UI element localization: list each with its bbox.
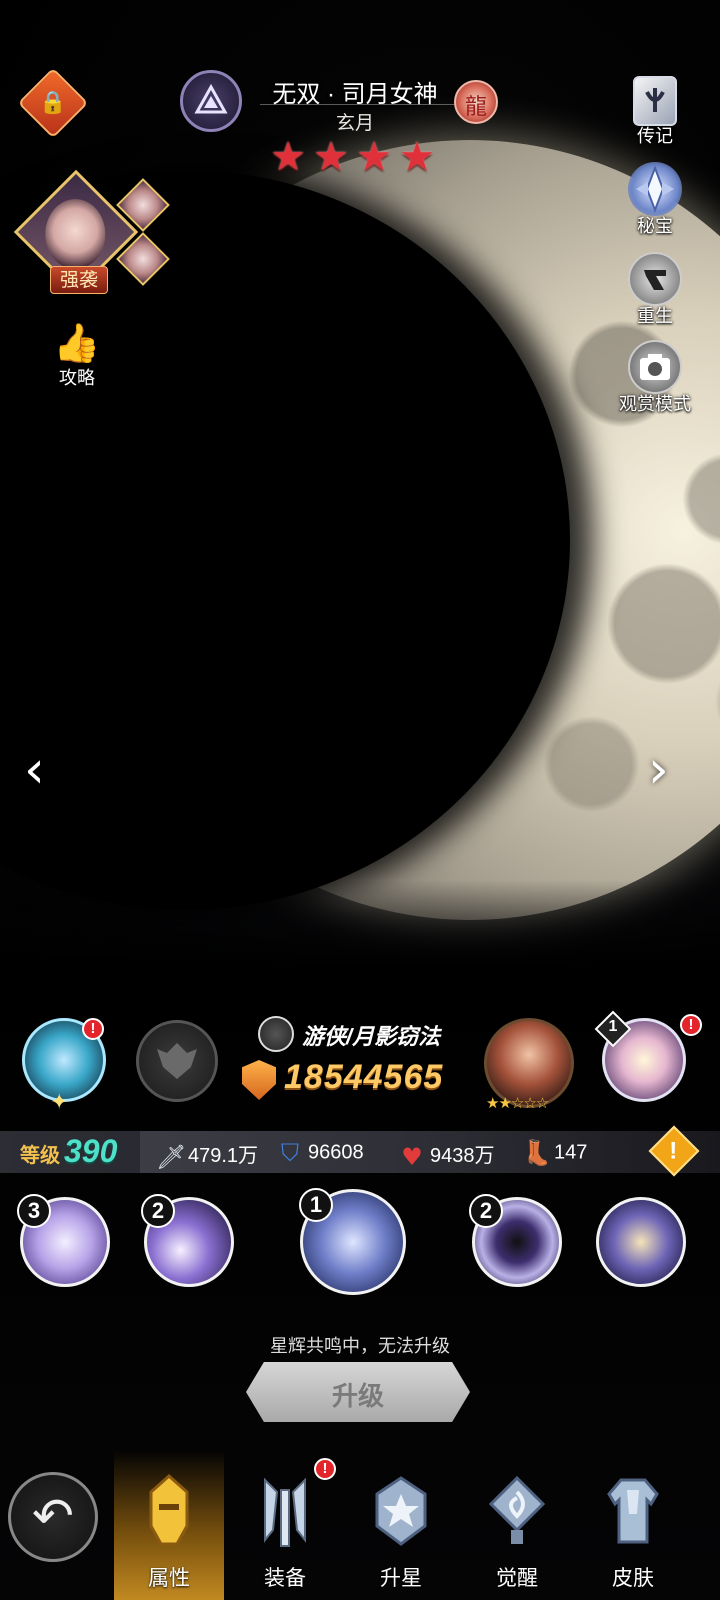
hero-role: 游侠/月影窃法 [258, 1016, 488, 1056]
skill-level-badge: 2 [141, 1194, 175, 1228]
tab-star-up[interactable]: 升星 [346, 1450, 456, 1600]
bonded-hero-stars-icon: ★★☆☆☆ [486, 1094, 549, 1112]
tab-awaken[interactable]: 觉醒 [462, 1450, 572, 1600]
tab-attributes[interactable]: 属性 [114, 1450, 224, 1600]
notification-badge: ! [314, 1458, 336, 1480]
skill-slot-1[interactable]: 3 [17, 1194, 110, 1287]
speed-stat: 👢 147 [522, 1139, 587, 1167]
skill-slot-5[interactable] [596, 1197, 686, 1287]
rebirth-icon [628, 252, 682, 306]
faction-dragon-icon[interactable]: 龍 [454, 80, 498, 124]
attack-stat: 🗡479.1万 [156, 1139, 259, 1171]
speed-value: 147 [554, 1141, 588, 1164]
tab-equipment[interactable]: ! 装备 [230, 1450, 340, 1600]
combat-power: 18544565 [242, 1058, 482, 1104]
power-shield-icon [242, 1060, 276, 1100]
skill-slot-4[interactable]: 2 [469, 1194, 562, 1287]
back-button[interactable]: ↶ [8, 1472, 98, 1562]
star-shield-icon [375, 1476, 427, 1546]
lock-icon: 🔒 [39, 90, 67, 116]
star-icon: ★ [399, 134, 435, 180]
shield-icon: ⛉ [281, 1139, 299, 1167]
notification-badge: ! [82, 1018, 104, 1040]
treasure-icon [628, 162, 682, 216]
artifact-level-text: 1 [608, 1018, 618, 1035]
skill-level-badge: 3 [17, 1194, 51, 1228]
hero-detail-screen: 🔒 无双 · 司月女神 玄月 龍 ★ ★ ★ ★ 传记 秘宝 重生 观赏模式 强… [0, 0, 720, 1600]
star-icon: ★ [313, 134, 349, 180]
level-box: 等级 390 [0, 1131, 140, 1173]
hp-stat: ♥ 9438万 [398, 1139, 495, 1171]
skill-level-badge: 1 [299, 1188, 333, 1222]
guide-button[interactable]: 👍 攻略 [52, 322, 102, 390]
sword-icon: 🗡 [156, 1142, 187, 1171]
exclamation-icon: ! [669, 1137, 678, 1165]
secret-treasure-button[interactable]: 秘宝 [610, 162, 700, 238]
skill-slot-3[interactable]: 1 [299, 1188, 406, 1295]
skill-row: 3 2 1 2 [0, 1185, 720, 1305]
tab-label: 升星 [380, 1567, 422, 1590]
biography-button[interactable]: 传记 [610, 76, 700, 148]
class-emblem-icon[interactable] [180, 70, 242, 132]
star-icon: ★ [270, 134, 306, 180]
awaken-icon [488, 1475, 546, 1544]
defense-stat: ⛉ 96608 [276, 1139, 364, 1167]
assault-badge: 强袭 [50, 266, 108, 294]
bottom-nav: ↶ 属性 ! 装备 升星 觉醒 皮肤 [0, 1450, 720, 1600]
next-hero-arrow-icon[interactable]: › [648, 744, 688, 796]
tab-label: 装备 [264, 1567, 306, 1590]
camera-icon [628, 340, 682, 394]
upgrade-button[interactable]: 升级 [246, 1362, 470, 1422]
thumbs-up-icon: 👍 [53, 321, 101, 365]
tab-skins[interactable]: 皮肤 [578, 1450, 688, 1600]
rebirth-button[interactable]: 重生 [610, 252, 700, 328]
triangle-emblem-icon [194, 84, 228, 114]
skill-slot-2[interactable]: 2 [141, 1194, 234, 1287]
notification-badge: ! [680, 1014, 702, 1036]
sparkle-icon: ✦ [50, 1090, 69, 1115]
tab-label: 属性 [148, 1567, 190, 1590]
heart-icon: ♥ [401, 1142, 423, 1171]
armor-icon [607, 1478, 659, 1544]
back-arrow-icon: ↶ [32, 1487, 74, 1545]
boot-icon: 👢 [522, 1139, 552, 1167]
level-value: 390 [64, 1133, 118, 1169]
guide-label: 攻略 [59, 368, 95, 388]
viewing-mode-button[interactable]: 观赏模式 [610, 340, 700, 416]
upgrade-note: 星辉共鸣中，无法升级 [270, 1336, 450, 1356]
stats-bar: 等级 390 🗡479.1万 ⛉ 96608 ♥ 9438万 👢 147 [0, 1131, 720, 1173]
level-label: 等级 [20, 1145, 60, 1167]
hero-face [45, 199, 106, 270]
weapons-icon [264, 1477, 306, 1547]
helmet-icon [149, 1473, 189, 1546]
name-divider [260, 104, 460, 105]
power-value: 18544565 [284, 1058, 444, 1096]
previous-hero-arrow-icon[interactable]: ‹ [24, 744, 64, 796]
role-text: 游侠/月影窃法 [302, 1024, 441, 1049]
empty-guardian-slot-icon[interactable] [136, 1020, 218, 1102]
upgrade-button-label: 升级 [331, 1381, 384, 1411]
attack-value: 479.1万 [188, 1145, 259, 1167]
tab-label: 觉醒 [496, 1567, 538, 1590]
ranger-class-icon [258, 1016, 294, 1052]
hero-title: 玄月 [335, 113, 374, 134]
tab-label: 皮肤 [612, 1567, 654, 1590]
hp-value: 9438万 [430, 1145, 495, 1167]
star-rating: ★ ★ ★ ★ [268, 137, 438, 177]
skill-level-badge: 2 [469, 1194, 503, 1228]
star-icon: ★ [356, 134, 392, 180]
defense-value: 96608 [308, 1141, 364, 1164]
book-icon [633, 76, 677, 126]
lock-button[interactable]: 🔒 [17, 67, 89, 139]
